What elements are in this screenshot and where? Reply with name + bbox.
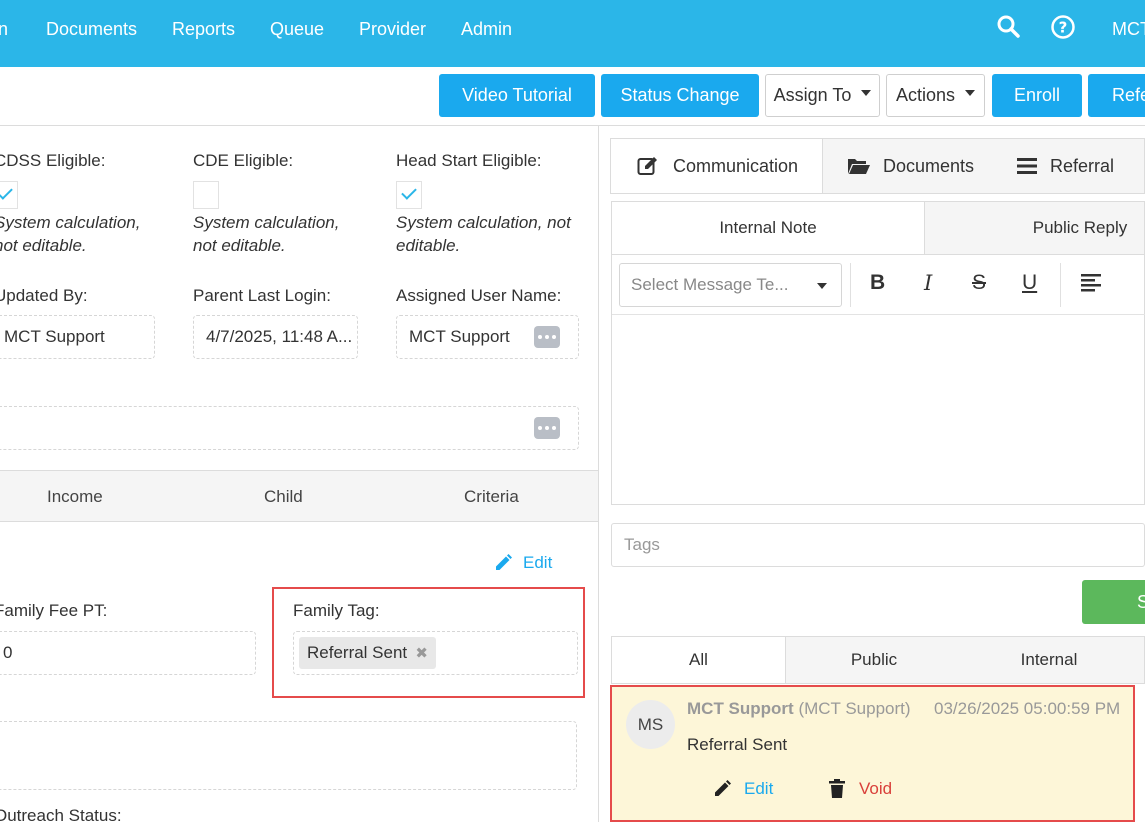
nav-item-partial[interactable]: n	[0, 19, 8, 40]
updated-by-label: Updated By:	[0, 286, 88, 305]
family-tag-label: Family Tag:	[293, 601, 380, 620]
assign-to-dropdown[interactable]: Assign To	[765, 74, 880, 117]
tab-all[interactable]: All	[612, 637, 786, 683]
message-editor[interactable]: Select Message Te... B I S U	[611, 255, 1145, 505]
action-bar: Video Tutorial Status Change Assign To A…	[0, 67, 1145, 126]
underline-icon[interactable]: U	[1022, 271, 1037, 295]
cdss-eligible-checkbox	[0, 181, 18, 209]
menu-lines-icon	[1017, 158, 1037, 174]
nav-reports[interactable]: Reports	[172, 19, 235, 40]
editor-toolbar: Select Message Te... B I S U	[612, 255, 1145, 315]
tab-child[interactable]: Child	[264, 487, 303, 507]
family-fee-field[interactable]: 0	[0, 631, 256, 675]
textarea-field[interactable]	[0, 721, 577, 790]
cde-eligible-checkbox	[193, 181, 219, 209]
strikethrough-icon[interactable]: S	[972, 271, 986, 295]
video-tutorial-button[interactable]: Video Tutorial	[439, 74, 595, 117]
tab-documents[interactable]: Documents	[822, 139, 1012, 193]
search-icon[interactable]	[996, 14, 1022, 45]
edit-square-icon	[637, 157, 657, 175]
tab-public-reply[interactable]: Public Reply	[925, 202, 1145, 254]
tags-placeholder: Tags	[624, 535, 660, 554]
head-start-note-line2: editable.	[396, 236, 461, 255]
tab-internal-note[interactable]: Internal Note	[612, 202, 925, 254]
align-left-icon[interactable]	[1080, 273, 1102, 299]
message-type-tabs: Internal Note Public Reply	[611, 201, 1145, 255]
top-nav: n Documents Reports Queue Provider Admin…	[0, 0, 1145, 67]
assigned-user-label: Assigned User Name:	[396, 286, 562, 305]
help-icon[interactable]: ?	[1050, 14, 1076, 45]
tab-referral-label: Referral	[1050, 155, 1115, 176]
message-template-select[interactable]: Select Message Te...	[619, 263, 842, 307]
referral-button[interactable]: Refe	[1088, 74, 1145, 117]
assign-to-label: Assign To	[773, 85, 852, 105]
toolbar-divider	[1060, 263, 1061, 307]
nav-admin[interactable]: Admin	[461, 19, 512, 40]
send-button[interactable]: S	[1082, 580, 1145, 624]
chevron-down-icon	[861, 89, 872, 96]
tab-income[interactable]: Income	[47, 487, 103, 507]
right-tab-bar: Communication Documents Referral	[610, 138, 1145, 194]
edit-link-label: Edit	[523, 553, 553, 572]
left-tab-bar: Income Child Criteria	[0, 470, 598, 522]
chevron-down-icon	[965, 89, 976, 96]
folder-open-icon	[848, 159, 870, 174]
more-options-icon[interactable]	[534, 326, 560, 348]
send-button-label: S	[1137, 591, 1145, 612]
nav-provider[interactable]: Provider	[359, 19, 426, 40]
family-tag-chip: Referral Sent ✖	[299, 637, 436, 669]
bold-icon[interactable]: B	[870, 271, 885, 295]
actions-dropdown[interactable]: Actions	[886, 74, 985, 117]
tab-communication[interactable]: Communication	[611, 139, 822, 193]
cdss-note-line1: System calculation,	[0, 213, 141, 232]
tab-public[interactable]: Public	[786, 637, 962, 683]
head-start-note-line1: System calculation, not	[396, 213, 571, 232]
checkmark-icon	[0, 184, 13, 200]
tab-referral[interactable]: Referral	[1012, 139, 1145, 193]
pencil-icon	[496, 554, 512, 570]
family-tag-chip-label: Referral Sent	[307, 643, 408, 662]
note-filter-tabs: All Public Internal	[611, 636, 1145, 684]
panel-divider	[598, 126, 599, 822]
nav-queue[interactable]: Queue	[270, 19, 324, 40]
assigned-user-value: MCT Support	[409, 327, 510, 346]
tab-communication-label: Communication	[673, 155, 799, 176]
head-start-eligible-checkbox	[396, 181, 422, 209]
toolbar-divider	[850, 263, 851, 307]
family-fee-label: Family Fee PT:	[0, 601, 108, 620]
remove-tag-icon[interactable]: ✖	[415, 644, 428, 662]
message-template-placeholder: Select Message Te...	[631, 275, 789, 294]
parent-last-login-value: 4/7/2025, 11:48 A...	[206, 327, 353, 346]
edit-link[interactable]: Edit	[493, 553, 552, 573]
tab-criteria[interactable]: Criteria	[464, 487, 519, 507]
more-options-icon[interactable]	[534, 417, 560, 439]
cde-eligible-label: CDE Eligible:	[193, 151, 294, 170]
italic-icon[interactable]: I	[924, 271, 932, 295]
cde-note-line1: System calculation,	[193, 213, 340, 232]
updated-by-field: MCT Support	[0, 315, 155, 359]
updated-by-value: MCT Support	[4, 327, 105, 346]
parent-last-login-label: Parent Last Login:	[193, 286, 331, 305]
highlight-box	[610, 685, 1135, 822]
enroll-button[interactable]: Enroll	[992, 74, 1082, 117]
actions-label: Actions	[895, 85, 956, 105]
cde-note-line2: not editable.	[193, 236, 286, 255]
tags-input[interactable]: Tags	[611, 523, 1145, 567]
svg-text:?: ?	[1059, 19, 1068, 37]
cdss-note-line2: not editable.	[0, 236, 87, 255]
tab-internal[interactable]: Internal	[962, 637, 1136, 683]
tab-documents-label: Documents	[883, 155, 975, 176]
head-start-eligible-label: Head Start Eligible:	[396, 151, 542, 170]
nav-documents[interactable]: Documents	[46, 19, 137, 40]
checkmark-icon	[401, 184, 417, 200]
notes-field[interactable]	[0, 406, 579, 450]
parent-last-login-field: 4/7/2025, 11:48 A...	[193, 315, 358, 359]
user-menu[interactable]: MCT	[1112, 19, 1145, 40]
family-fee-value: 0	[3, 643, 13, 662]
chevron-down-icon	[817, 283, 827, 289]
outreach-status-label: Outreach Status:	[0, 806, 122, 822]
cdss-eligible-label: CDSS Eligible:	[0, 151, 106, 170]
status-change-button[interactable]: Status Change	[601, 74, 759, 117]
